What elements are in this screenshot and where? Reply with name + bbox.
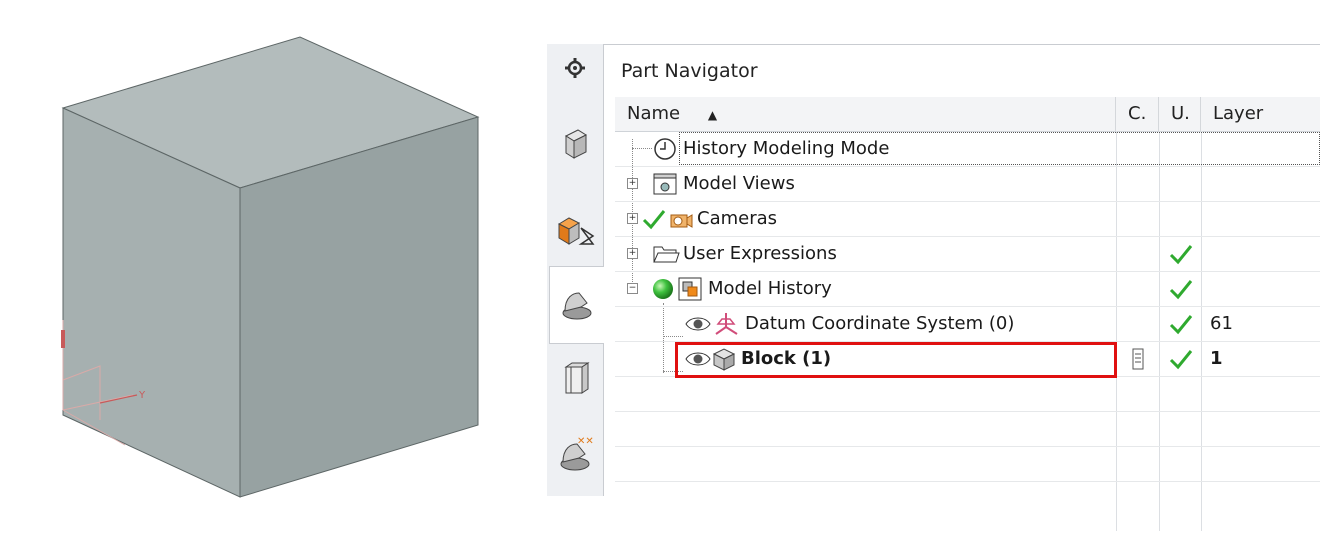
reuse-library-icon	[564, 362, 590, 394]
svg-text:✕✕: ✕✕	[577, 436, 593, 447]
axis-z	[61, 330, 65, 348]
column-header-u[interactable]: U.	[1159, 97, 1201, 131]
constraint-navigator-icon	[557, 217, 595, 245]
part-navigator-button[interactable]	[549, 266, 604, 344]
row-label: Model History	[708, 278, 832, 299]
expand-button[interactable]: +	[627, 248, 638, 259]
assembly-navigator-button[interactable]	[551, 114, 599, 174]
layer-value: 61	[1210, 313, 1233, 334]
resource-bar: ✕✕	[547, 44, 604, 496]
part-navigator-panel: Part Navigator Name ▲ C. U. Layer Histor…	[604, 44, 1320, 531]
model-views-icon	[653, 173, 677, 195]
tree-row-cameras[interactable]: + Cameras	[615, 201, 1320, 237]
settings-gear-button[interactable]	[551, 48, 599, 88]
tree-row-model-views[interactable]: + Model Views	[615, 166, 1320, 202]
expand-button[interactable]: +	[627, 178, 638, 189]
block-icon	[712, 348, 736, 371]
comment-icon	[1132, 348, 1144, 370]
up-to-date-check-icon	[1169, 350, 1193, 370]
status-green-ball-icon	[653, 279, 673, 299]
hd3d-tools-icon: ✕✕	[560, 436, 593, 471]
row-label: Model Views	[683, 173, 795, 194]
panel-title: Part Navigator	[621, 60, 758, 82]
tree-row-model-history[interactable]: − Model History	[615, 271, 1320, 307]
up-to-date-check-icon	[1169, 315, 1193, 335]
eye-icon[interactable]	[685, 349, 711, 369]
part-navigator-icon	[562, 292, 592, 320]
eye-icon[interactable]	[685, 314, 711, 334]
constraint-navigator-button[interactable]	[551, 200, 599, 260]
reuse-library-button[interactable]	[551, 349, 599, 409]
hd3d-tools-button[interactable]: ✕✕	[551, 424, 599, 484]
tree-row-block[interactable]: Block (1) 1	[615, 341, 1320, 378]
tree-row-history-modeling-mode[interactable]: History Modeling Mode	[615, 131, 1320, 167]
empty-row	[615, 446, 1320, 482]
svg-text:Y: Y	[138, 390, 146, 401]
empty-row	[615, 411, 1320, 447]
row-label: Datum Coordinate System (0)	[745, 313, 1015, 334]
folder-icon	[653, 246, 680, 263]
row-label: History Modeling Mode	[683, 138, 890, 159]
camera-icon	[670, 214, 693, 228]
column-header-c[interactable]: C.	[1116, 97, 1159, 131]
collapse-button[interactable]: −	[627, 283, 638, 294]
expand-button[interactable]: +	[627, 213, 638, 224]
up-to-date-check-icon	[1169, 245, 1193, 265]
up-to-date-check-icon	[1169, 280, 1193, 300]
row-label: User Expressions	[683, 243, 837, 264]
row-label: Cameras	[697, 208, 778, 229]
tree-row-user-expressions[interactable]: + User Expressions	[615, 236, 1320, 272]
row-label: Block (1)	[741, 348, 832, 369]
assembly-navigator-icon	[564, 129, 588, 159]
column-header-layer[interactable]: Layer	[1201, 97, 1320, 131]
layer-value: 1	[1210, 348, 1223, 369]
tree-row-datum-coordinate-system[interactable]: Datum Coordinate System (0) 61	[615, 306, 1320, 342]
gear-icon	[565, 58, 585, 78]
column-header-row: Name ▲ C. U. Layer	[615, 97, 1320, 132]
check-icon	[642, 210, 666, 230]
graphics-viewport[interactable]: Y	[0, 0, 540, 540]
model-history-icon	[678, 277, 702, 301]
block-model[interactable]: Y	[0, 0, 540, 540]
clock-icon	[654, 138, 676, 160]
column-header-name[interactable]: Name ▲	[615, 97, 1116, 131]
datum-csys-icon	[715, 313, 738, 335]
sort-ascending-icon: ▲	[707, 108, 718, 122]
empty-row	[615, 376, 1320, 412]
